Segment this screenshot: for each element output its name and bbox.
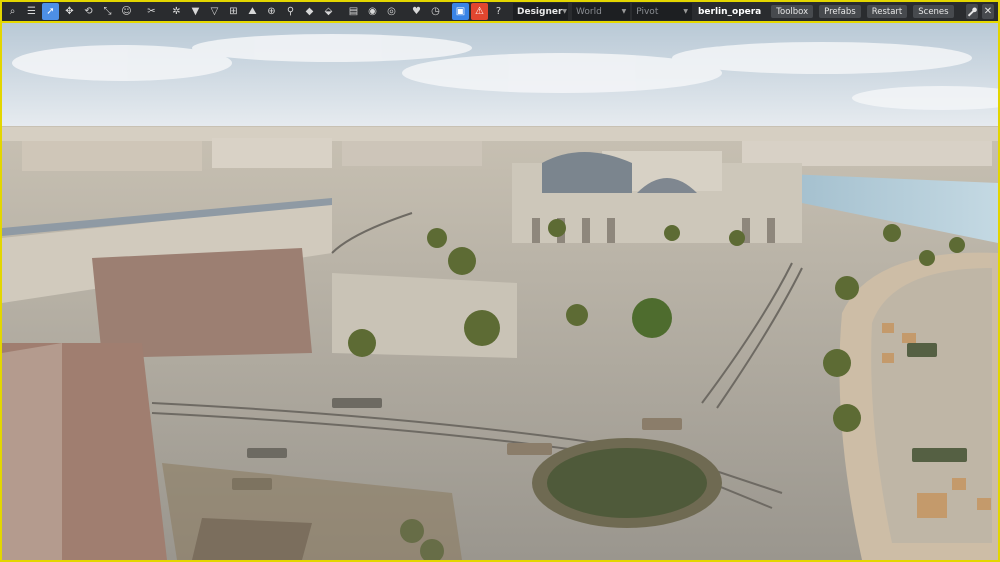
document-icon[interactable]: ▤ — [345, 3, 362, 20]
prefabs-button[interactable]: Prefabs — [819, 5, 861, 18]
diamond-icon[interactable]: ◆ — [301, 3, 318, 20]
save-icon[interactable]: ▣ — [452, 3, 469, 20]
pivot-select[interactable]: Pivot ▼ — [632, 3, 692, 20]
tool-buttons: ⌕ ☰ ➚ ✥ ⟲ ⤡ ☺ ✂ ✲ ▼ ▽ ⊞ ⛰ ⊕ ⚲ ◆ ⬙ ▤ ◉ ◎ ♥ ◷ ▣ ⚠? — [2, 3, 507, 20]
terrain-icon[interactable]: ⛰ — [244, 3, 261, 20]
heart-icon[interactable]: ♥ — [408, 3, 425, 20]
space-select[interactable]: World ▼ — [572, 3, 631, 20]
toolbar-separator — [337, 4, 343, 19]
drop-to-ground-icon[interactable]: ▽ — [206, 3, 223, 20]
scene-viewport[interactable] — [2, 23, 998, 560]
close-icon[interactable]: ✕ — [981, 4, 994, 19]
chevron-down-icon: ▼ — [621, 8, 627, 15]
warning-icon[interactable]: ⚠ — [471, 3, 488, 20]
mode-select-value: Designer — [517, 6, 563, 17]
chevron-down-icon: ▼ — [683, 8, 688, 15]
search-icon[interactable]: ⌕ — [4, 3, 21, 20]
pin-icon[interactable]: ⚲ — [282, 3, 299, 20]
toolbar-separator — [135, 4, 141, 19]
drop-down-icon[interactable]: ▼ — [187, 3, 204, 20]
select-cursor-icon[interactable]: ➚ — [42, 3, 59, 20]
rotate-icon[interactable]: ⟲ — [80, 3, 97, 20]
grid-icon[interactable]: ⊞ — [225, 3, 242, 20]
restart-button[interactable]: Restart — [866, 5, 908, 18]
chevron-down-icon: ▼ — [562, 8, 568, 15]
snap-icon[interactable]: ✲ — [168, 3, 185, 20]
visibility-icon[interactable]: ◎ — [383, 3, 400, 20]
help-icon[interactable]: ? — [490, 3, 507, 20]
scene-render — [2, 23, 998, 560]
smiley-icon[interactable]: ☺ — [118, 3, 135, 20]
menu-icon[interactable]: ☰ — [23, 3, 40, 20]
editor-toolbar: ⌕ ☰ ➚ ✥ ⟲ ⤡ ☺ ✂ ✲ ▼ ▽ ⊞ ⛰ ⊕ ⚲ ◆ ⬙ ▤ ◉ ◎ ♥ ◷ ▣ ⚠? Designer ▼ Wor… — [2, 2, 998, 21]
eye-icon[interactable]: ◉ — [364, 3, 381, 20]
pivot-select-value: Pivot — [636, 6, 659, 17]
move-icon[interactable]: ✥ — [61, 3, 78, 20]
toolbar-separator — [444, 4, 450, 19]
waypoint-icon[interactable]: ⬙ — [320, 3, 337, 20]
space-select-value: World — [576, 6, 602, 17]
mode-select[interactable]: Designer ▼ — [513, 3, 568, 20]
wrench-icon[interactable] — [965, 4, 978, 19]
toolbox-button[interactable]: Toolbox — [771, 5, 814, 18]
scene-name: berlin_opera — [697, 6, 762, 17]
scale-icon[interactable]: ⤡ — [99, 3, 116, 20]
toolbar-separator — [400, 4, 406, 19]
toolbar-separator — [160, 4, 166, 19]
target-icon[interactable]: ⊕ — [263, 3, 280, 20]
scenes-button[interactable]: Scenes — [913, 5, 954, 18]
cut-icon[interactable]: ✂ — [143, 3, 160, 20]
timer-icon[interactable]: ◷ — [427, 3, 444, 20]
